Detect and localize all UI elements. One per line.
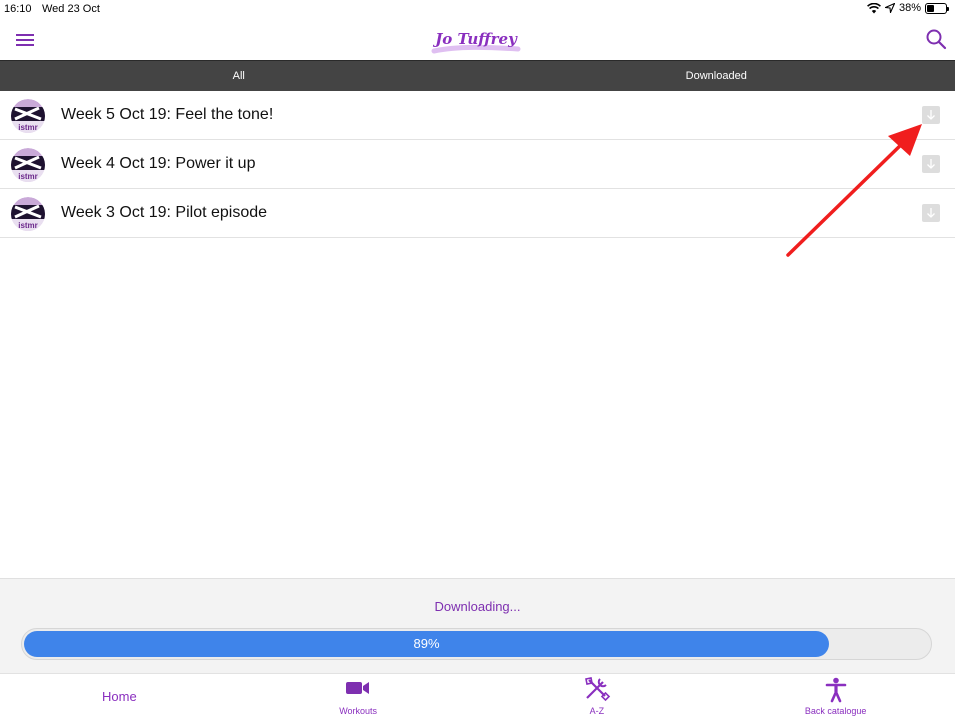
- logo-text: Jo Tuffrey: [432, 30, 518, 48]
- nav-home-label: Home: [102, 689, 137, 704]
- svg-text:istmr: istmr: [18, 123, 38, 132]
- progress-percent: 89%: [413, 636, 440, 651]
- episode-title: Week 3 Oct 19: Pilot episode: [61, 204, 268, 221]
- list-item[interactable]: istmr Week 4 Oct 19: Power it up: [0, 140, 955, 189]
- episode-title: Week 5 Oct 19: Feel the tone!: [61, 106, 274, 123]
- tab-all[interactable]: All: [0, 61, 478, 91]
- nav-a-z-label: A-Z: [589, 706, 605, 716]
- battery-icon: [925, 2, 949, 14]
- search-icon[interactable]: [925, 28, 947, 50]
- nav-back-catalogue[interactable]: Back catalogue: [716, 674, 955, 719]
- episode-thumbnail: istmr: [11, 99, 45, 133]
- download-arrow-icon: [927, 208, 935, 218]
- download-button[interactable]: [922, 155, 940, 173]
- list-item[interactable]: istmr Week 3 Oct 19: Pilot episode: [0, 189, 955, 238]
- download-progress-bar: 89%: [21, 628, 932, 660]
- svg-text:istmr: istmr: [18, 172, 38, 181]
- nav-a-z[interactable]: A-Z: [478, 674, 717, 719]
- tools-icon: [584, 677, 611, 702]
- segment-tabs: All Downloaded: [0, 60, 955, 91]
- status-bar: 16:10 Wed 23 Oct 38%: [0, 0, 955, 20]
- app-header: Jo Tuffrey: [0, 20, 955, 60]
- download-button[interactable]: [922, 106, 940, 124]
- nav-back-catalogue-label: Back catalogue: [804, 706, 867, 716]
- download-arrow-icon: [927, 110, 935, 120]
- download-button[interactable]: [922, 204, 940, 222]
- wifi-icon: [867, 2, 881, 13]
- episode-title: Week 4 Oct 19: Power it up: [61, 155, 256, 172]
- status-right: 38%: [867, 2, 949, 14]
- svg-text:istmr: istmr: [18, 221, 38, 230]
- list-item[interactable]: istmr Week 5 Oct 19: Feel the tone!: [0, 91, 955, 140]
- episode-thumbnail: istmr: [11, 148, 45, 182]
- download-panel: Downloading... 89%: [0, 578, 955, 673]
- download-arrow-icon: [927, 159, 935, 169]
- hamburger-menu-icon[interactable]: [15, 32, 35, 48]
- status-time: 16:10: [4, 3, 32, 15]
- status-date: Wed 23 Oct: [42, 3, 100, 15]
- video-camera-icon: [346, 682, 370, 694]
- person-icon: [825, 677, 846, 703]
- nav-workouts-label: Workouts: [339, 706, 378, 716]
- nav-home[interactable]: Home: [0, 674, 239, 719]
- nav-workouts[interactable]: Workouts: [239, 674, 478, 719]
- download-status-text: Downloading...: [434, 599, 521, 614]
- battery-percent: 38%: [898, 2, 921, 14]
- brand-logo: Jo Tuffrey: [431, 30, 521, 54]
- episode-thumbnail: istmr: [11, 197, 45, 231]
- tab-downloaded[interactable]: Downloaded: [478, 61, 955, 91]
- location-icon: [884, 3, 895, 13]
- episode-list: istmr Week 5 Oct 19: Feel the tone! istm…: [0, 91, 955, 238]
- bottom-nav: Home Workouts A-Z Back catalogue: [0, 673, 955, 719]
